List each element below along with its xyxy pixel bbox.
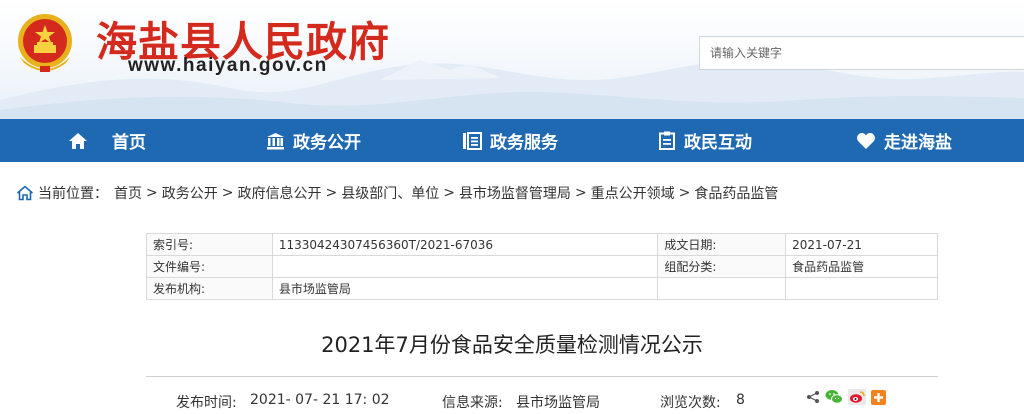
home-icon	[69, 132, 87, 149]
nav-item-label: 首页	[112, 133, 146, 153]
breadcrumb-link-market-supervision[interactable]: 县市场监督管理局	[459, 183, 571, 203]
category-label: 组配分类:	[657, 255, 787, 278]
breadcrumb-link-info-disclosure[interactable]: 政府信息公开	[237, 183, 321, 203]
table-row: 索引号: 11330424307456360T/2021-67036 成文日期:…	[146, 233, 938, 256]
source-label: 信息来源:	[442, 395, 503, 411]
heart-icon	[857, 132, 875, 149]
nav-item-label: 政民互动	[684, 133, 752, 153]
table-row: 文件编号: 组配分类: 食品药品监管	[146, 255, 938, 278]
org-value: 县市场监管局	[271, 277, 659, 300]
building-icon	[267, 132, 284, 149]
main-nav: 首页 政务公开 政务服务 政民互动 走进海盐	[0, 119, 1024, 162]
breadcrumb-link-county-departments[interactable]: 县级部门、单位	[341, 183, 439, 203]
share-bar	[806, 389, 891, 405]
category-value: 食品药品监管	[785, 255, 938, 278]
more-share-icon[interactable]	[871, 389, 886, 405]
breadcrumb-link-home[interactable]: 首页	[114, 183, 142, 203]
weibo-icon[interactable]	[848, 389, 866, 405]
wechat-icon[interactable]	[825, 389, 843, 405]
breadcrumb-separator: >	[146, 185, 158, 201]
nav-item-label: 走进海盐	[884, 133, 952, 153]
breadcrumb-link-key-disclosure[interactable]: 重点公开领域	[591, 183, 675, 203]
home-outline-icon	[16, 185, 34, 201]
doc-number-value	[271, 255, 659, 278]
index-label: 索引号:	[146, 233, 273, 256]
nav-item-government-services[interactable]: 政务服务	[462, 119, 558, 162]
breadcrumb-separator: >	[221, 185, 234, 201]
table-row: 发布机构: 县市场监管局	[146, 277, 938, 300]
nav-item-label: 政务公开	[293, 133, 361, 153]
views-value: 8	[736, 392, 745, 408]
publish-time-value: 2021- 07- 21 17: 02	[250, 392, 390, 408]
search-box	[699, 36, 1024, 70]
nav-item-public-interaction[interactable]: 政民互动	[658, 119, 752, 162]
breadcrumb-prefix: 当前位置：	[38, 186, 108, 202]
breadcrumb-link-government-affairs[interactable]: 政务公开	[162, 183, 218, 203]
breadcrumb-separator: >	[325, 185, 338, 201]
index-value: 11330424307456360T/2021-67036	[271, 233, 659, 256]
site-url: www.haiyan.gov.cn	[128, 55, 328, 76]
site-header: 海盐县人民政府 www.haiyan.gov.cn	[0, 0, 1024, 119]
title-divider	[146, 376, 938, 377]
nav-item-government-affairs[interactable]: 政务公开	[266, 119, 361, 162]
breadcrumb-separator: >	[443, 185, 455, 201]
clipboard-icon	[659, 131, 675, 150]
document-icon	[463, 131, 482, 150]
doc-number-label: 文件编号:	[146, 255, 273, 278]
article-title: 2021年7月份食品安全质量检测情况公示	[321, 333, 703, 357]
nav-item-explore-haiyan[interactable]: 走进海盐	[856, 119, 952, 162]
breadcrumb-link-food-drug[interactable]: 食品药品监管	[694, 183, 778, 203]
share-icon[interactable]	[806, 390, 820, 404]
breadcrumb: 当前位置： 首页 > 政务公开 > 政府信息公开 > 县级部门、单位 > 县市场…	[16, 183, 778, 203]
empty-cell	[785, 277, 938, 300]
nav-item-label: 政务服务	[490, 133, 558, 153]
national-emblem-icon	[18, 14, 72, 72]
search-input[interactable]	[700, 37, 1024, 69]
breadcrumb-separator: >	[678, 185, 691, 201]
breadcrumb-separator: >	[574, 185, 587, 201]
publish-time-label: 发布时间:	[176, 395, 237, 411]
views-label: 浏览次数:	[660, 395, 721, 411]
empty-cell	[657, 277, 787, 300]
org-label: 发布机构:	[146, 277, 273, 300]
document-meta-table: 索引号: 11330424307456360T/2021-67036 成文日期:…	[146, 233, 938, 300]
date-value: 2021-07-21	[785, 233, 938, 256]
date-label: 成文日期:	[657, 233, 787, 256]
source-value: 县市场监管局	[516, 395, 600, 411]
nav-item-home[interactable]: 首页	[68, 119, 146, 162]
